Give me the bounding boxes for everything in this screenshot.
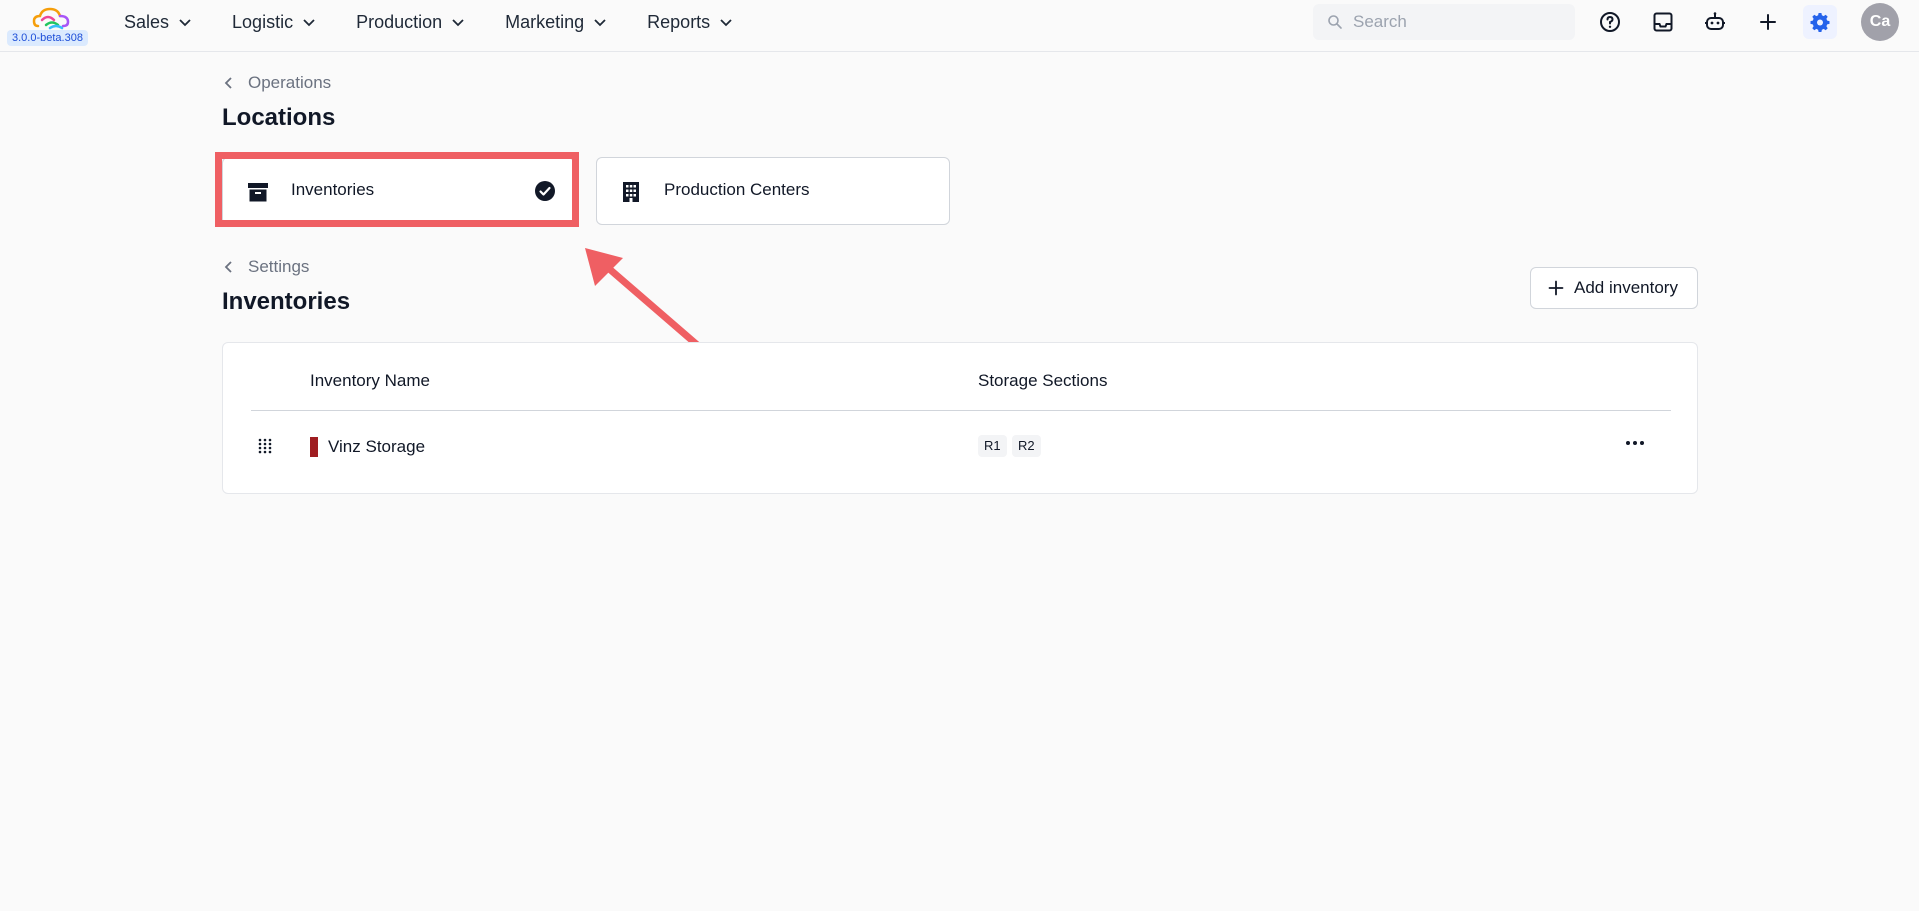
- search-box[interactable]: [1313, 4, 1575, 40]
- building-icon: [623, 182, 639, 202]
- breadcrumb-settings-label: Settings: [248, 257, 310, 276]
- drag-handle-icon[interactable]: [257, 437, 273, 455]
- breadcrumb-operations-label: Operations: [248, 73, 332, 92]
- column-header-storage-sections: Storage Sections: [978, 371, 1108, 390]
- user-avatar[interactable]: Ca: [1861, 3, 1899, 41]
- nav-sales[interactable]: Sales: [124, 12, 192, 33]
- column-header-inventory-name: Inventory Name: [310, 371, 430, 390]
- nav-logistic[interactable]: Logistic: [232, 12, 316, 33]
- inbox-icon[interactable]: [1651, 10, 1675, 34]
- chevron-left-icon: [224, 77, 232, 89]
- nav-production[interactable]: Production: [356, 12, 465, 33]
- version-badge: 3.0.0-beta.308: [7, 30, 88, 46]
- settings-button[interactable]: [1803, 5, 1837, 39]
- nav-reports[interactable]: Reports: [647, 12, 733, 33]
- add-inventory-button[interactable]: Add inventory: [1530, 267, 1698, 309]
- more-options-icon[interactable]: [1623, 433, 1647, 453]
- nav-marketing-label: Marketing: [505, 11, 585, 32]
- nav-reports-label: Reports: [647, 11, 711, 32]
- nav-marketing[interactable]: Marketing: [505, 12, 607, 33]
- gear-icon: [1810, 13, 1830, 32]
- tab-inventories[interactable]: Inventories: [222, 157, 574, 225]
- breadcrumb-operations[interactable]: Operations: [222, 73, 331, 93]
- chevron-down-icon: [594, 19, 606, 27]
- chevron-down-icon: [452, 19, 464, 27]
- breadcrumb-settings[interactable]: Settings: [222, 257, 309, 277]
- archive-box-icon: [248, 183, 268, 202]
- check-circle-icon: [535, 181, 555, 201]
- top-bar: 3.0.0-beta.308 Sales Logistic Production…: [0, 0, 1919, 52]
- plus-icon[interactable]: [1756, 10, 1780, 34]
- tab-inventories-label: Inventories: [291, 180, 375, 199]
- plus-icon: [1548, 280, 1564, 296]
- add-inventory-label: Add inventory: [1574, 278, 1678, 297]
- nav-logistic-label: Logistic: [232, 11, 294, 32]
- search-input[interactable]: [1353, 12, 1553, 32]
- chevron-left-icon: [224, 261, 232, 273]
- help-icon[interactable]: [1598, 10, 1622, 34]
- cloud-logo-icon[interactable]: [30, 6, 72, 32]
- inventory-color-swatch: [310, 437, 318, 457]
- search-icon: [1328, 15, 1342, 29]
- nav-production-label: Production: [356, 11, 443, 32]
- locations-title: Locations: [222, 104, 336, 131]
- robot-icon[interactable]: [1703, 10, 1727, 34]
- nav-sales-label: Sales: [124, 11, 170, 32]
- storage-section-chip: R2: [1012, 435, 1041, 457]
- inventory-name[interactable]: Vinz Storage: [328, 437, 425, 457]
- tab-production-centers-label: Production Centers: [664, 180, 810, 199]
- chevron-down-icon: [179, 19, 191, 27]
- tab-production-centers[interactable]: Production Centers: [596, 157, 950, 225]
- storage-section-chip: R1: [978, 435, 1007, 457]
- chevron-down-icon: [303, 19, 315, 27]
- inventories-title: Inventories: [222, 288, 351, 315]
- main-nav: Sales Logistic Production Marketing Repo…: [124, 0, 773, 44]
- table-row[interactable]: Vinz Storage R1 R2: [223, 411, 1699, 485]
- inventories-table: Inventory Name Storage Sections Vinz Sto…: [222, 342, 1698, 494]
- chevron-down-icon: [720, 19, 732, 27]
